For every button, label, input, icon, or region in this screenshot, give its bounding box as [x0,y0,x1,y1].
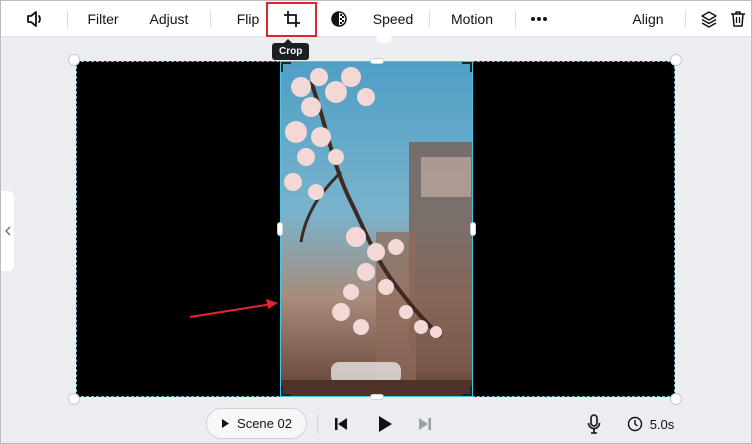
resize-handle-top[interactable] [370,58,384,64]
filter-button[interactable]: Filter [83,1,123,37]
toolbar-divider [429,10,430,28]
motion-button[interactable]: Motion [447,1,497,37]
resize-handle-bottom-left[interactable] [68,393,80,405]
transparency-icon[interactable] [328,1,350,37]
blossom-photo[interactable] [280,61,473,397]
toolbar-divider [685,10,686,28]
side-panel-toggle[interactable] [1,191,14,271]
trash-icon[interactable] [727,1,749,37]
align-button[interactable]: Align [627,1,669,37]
adjust-button[interactable]: Adjust [144,1,194,37]
toolbar-divider [210,10,211,28]
toolbar-divider [515,10,516,28]
blossom-image [281,62,472,396]
crop-tooltip: Crop [272,39,310,60]
crop-corner-top-left[interactable] [281,62,291,72]
resize-handle-top-left[interactable] [68,54,80,66]
scene-label: Scene 02 [237,416,292,431]
scene-duration: 5.0s [649,416,675,432]
resize-handle-top-right[interactable] [670,54,682,66]
crop-corner-bottom-right[interactable] [462,386,472,396]
volume-icon[interactable] [21,1,49,37]
skip-forward-icon[interactable] [415,410,435,438]
microphone-icon[interactable] [583,410,605,438]
crop-corner-bottom-left[interactable] [281,386,291,396]
playback-divider [317,414,318,434]
resize-handle-left[interactable] [277,222,283,236]
rotate-handle[interactable] [376,28,392,44]
flip-button[interactable]: Flip [232,1,264,37]
play-small-icon [222,419,230,428]
crop-icon[interactable] [280,1,304,37]
resize-handle-bottom[interactable] [370,394,384,400]
crop-corner-top-right[interactable] [462,62,472,72]
resize-handle-right[interactable] [470,222,476,236]
skip-back-icon[interactable] [331,410,351,438]
toolbar-divider [67,10,68,28]
layers-icon[interactable] [697,1,721,37]
resize-handle-bottom-right[interactable] [670,393,682,405]
annotation-arrow [189,299,278,318]
scene-selector[interactable]: Scene 02 [206,408,307,439]
more-icon[interactable] [527,1,551,37]
chevron-left-icon [4,226,10,236]
clock-icon [625,410,645,438]
play-icon[interactable] [373,410,397,438]
